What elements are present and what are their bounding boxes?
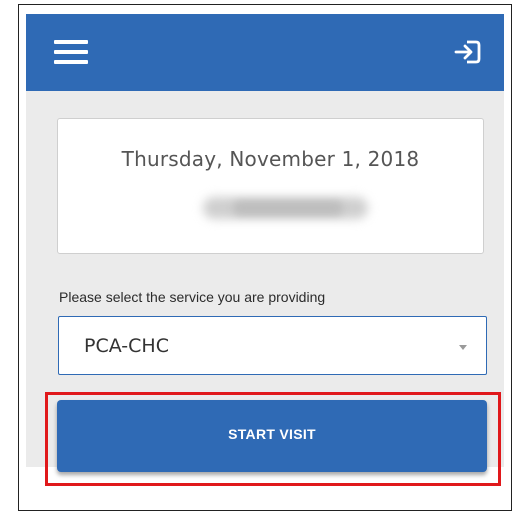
dropdown-arrow-icon <box>459 345 467 350</box>
app-header <box>26 14 504 91</box>
visit-info-card: Thursday, November 1, 2018 <box>57 118 484 254</box>
visit-date: Thursday, November 1, 2018 <box>121 147 420 171</box>
service-dropdown[interactable]: PCA-CHC <box>58 316 487 375</box>
mobile-app-screen: Thursday, November 1, 2018 Please select… <box>26 14 504 472</box>
sign-in-arrow-icon[interactable] <box>452 36 484 68</box>
service-selected-value: PCA-CHC <box>84 335 169 357</box>
service-select-label: Please select the service you are provid… <box>59 289 326 305</box>
redacted-client-name-core <box>233 201 343 215</box>
start-visit-label: START VISIT <box>228 426 316 442</box>
start-visit-button[interactable]: START VISIT <box>57 400 487 472</box>
hamburger-menu-icon[interactable] <box>54 40 88 64</box>
